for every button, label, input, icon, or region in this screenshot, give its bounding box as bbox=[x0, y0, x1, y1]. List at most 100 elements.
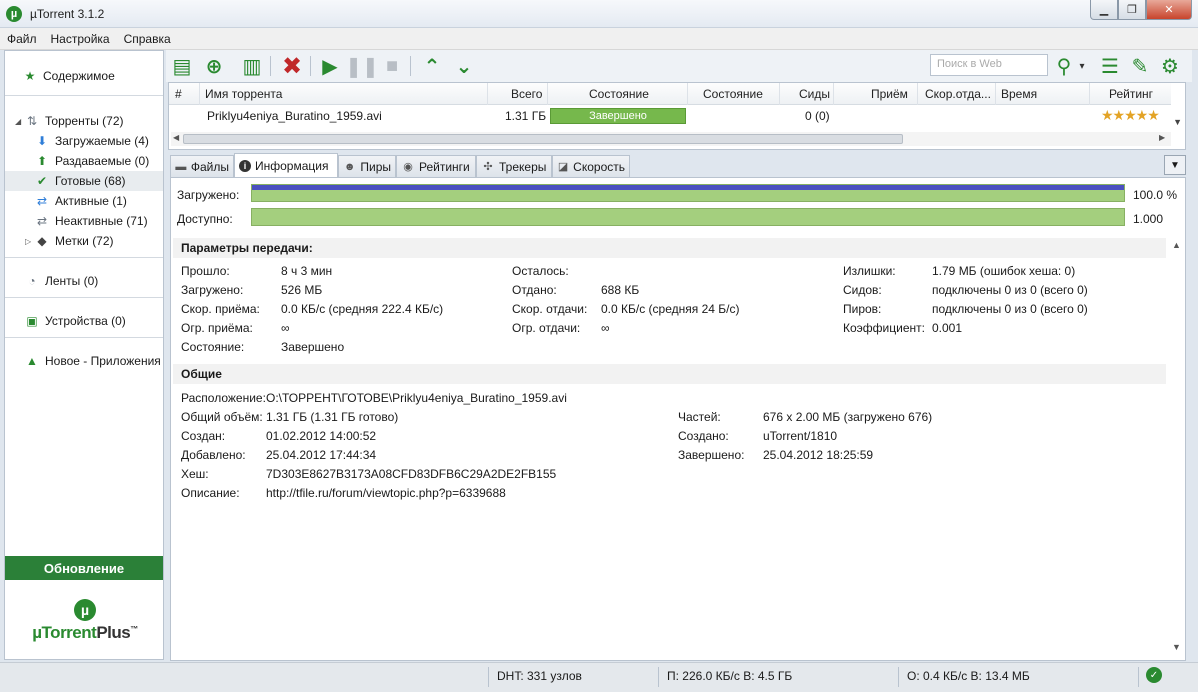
tab-chevron-down-icon[interactable]: ▼ bbox=[1164, 155, 1186, 175]
torrent-name: Priklyu4eniya_Buratino_1959.avi bbox=[207, 109, 382, 123]
transfer-label: Огр. приёма: bbox=[181, 321, 253, 335]
sidebar-item-inactive[interactable]: ⇄ Неактивные (71) bbox=[35, 211, 163, 231]
menu-file[interactable]: Файл bbox=[0, 32, 44, 46]
web-search-input[interactable]: Поиск в Web bbox=[930, 54, 1048, 76]
tab-speed[interactable]: ◪ Скорость bbox=[552, 155, 630, 177]
column-header-upload-speed[interactable]: Скор.отда... bbox=[925, 87, 991, 101]
add-url-icon[interactable]: ⊕ bbox=[202, 54, 226, 78]
column-header-number[interactable]: # bbox=[175, 87, 182, 101]
general-label: Частей: bbox=[678, 410, 721, 424]
sidebar-item-feeds[interactable]: ◔ Ленты (0) bbox=[25, 271, 163, 291]
toolbar-divider bbox=[270, 56, 271, 76]
general-label: Создано: bbox=[678, 429, 729, 443]
column-header-seeds[interactable]: Сиды bbox=[799, 87, 830, 101]
scroll-right-icon[interactable]: ▶ bbox=[1159, 133, 1165, 142]
downloaded-percent: 100.0 % bbox=[1133, 188, 1178, 202]
expand-arrow-icon[interactable]: ▷ bbox=[25, 237, 31, 246]
scroll-left-icon[interactable]: ◀ bbox=[173, 133, 179, 142]
update-button[interactable]: Обновление bbox=[5, 556, 163, 580]
utorrent-logo-icon: µ bbox=[6, 5, 22, 22]
inactive-arrows-icon: ⇄ bbox=[36, 214, 48, 228]
files-icon: ▬ bbox=[175, 160, 187, 173]
horizontal-scrollbar[interactable]: ◀ ▶ bbox=[171, 132, 1171, 146]
status-divider bbox=[658, 667, 659, 687]
menu-settings[interactable]: Настройка bbox=[44, 32, 117, 46]
table-row[interactable]: Priklyu4eniya_Buratino_1959.avi 1.31 ГБ … bbox=[169, 105, 1171, 127]
move-up-icon[interactable]: ⌃ bbox=[420, 54, 444, 78]
add-torrent-icon[interactable]: ▤ bbox=[170, 54, 194, 78]
rating-stars[interactable]: ★★★★★ bbox=[1101, 107, 1160, 124]
tab-label: Файлы bbox=[190, 159, 229, 174]
download-status[interactable]: П: 226.0 КБ/с В: 4.5 ГБ bbox=[667, 669, 792, 683]
pause-icon[interactable]: ❚❚ bbox=[345, 54, 379, 78]
sidebar-divider bbox=[5, 297, 163, 298]
scroll-down-icon[interactable]: ▼ bbox=[1172, 642, 1181, 652]
tab-ratings[interactable]: ◉ Рейтинги bbox=[396, 155, 476, 177]
search-dropdown-icon[interactable]: ▾ bbox=[1076, 54, 1088, 78]
column-header-rating[interactable]: Рейтинг bbox=[1109, 87, 1153, 101]
column-header-time[interactable]: Время bbox=[1001, 87, 1037, 101]
upload-status[interactable]: О: 0.4 КБ/с В: 13.4 МБ bbox=[907, 669, 1030, 683]
trackers-icon: ✣ bbox=[483, 161, 493, 173]
sidebar-item-torrents[interactable]: ⇅ Торренты (72) bbox=[25, 111, 163, 131]
sidebar-item-devices[interactable]: ▣ Устройства (0) bbox=[25, 311, 163, 331]
column-header-name[interactable]: Имя торрента bbox=[205, 87, 282, 101]
downloaded-progress-bar bbox=[251, 184, 1125, 202]
collapse-arrow-icon[interactable]: ◢ bbox=[15, 117, 21, 126]
column-header-download-speed[interactable]: Приём bbox=[871, 87, 908, 101]
menu-help[interactable]: Справка bbox=[117, 32, 178, 46]
sidebar-item-labels[interactable]: ◆ Метки (72) bbox=[35, 231, 163, 251]
sidebar-item-seeding[interactable]: ⬆ Раздаваемые (0) bbox=[35, 151, 163, 171]
gear-icon[interactable]: ⚙ bbox=[1158, 54, 1182, 78]
remove-icon[interactable]: ✖ bbox=[280, 53, 304, 80]
speed-chart-icon: ◪ bbox=[557, 161, 569, 173]
description-link[interactable]: http://tfile.ru/forum/viewtopic.php?p=63… bbox=[266, 486, 506, 500]
network-ok-icon[interactable]: ✓ bbox=[1146, 667, 1162, 683]
transfer-value: подключены 0 из 0 (всего 0) bbox=[932, 302, 1088, 316]
tab-peers[interactable]: ☻ Пиры bbox=[338, 155, 396, 177]
minimize-button[interactable]: ▁ bbox=[1090, 0, 1118, 20]
scroll-down-icon[interactable]: ▼ bbox=[1173, 117, 1182, 127]
transfer-label: Состояние: bbox=[181, 340, 245, 354]
search-icon[interactable]: ⚲ bbox=[1052, 54, 1076, 78]
create-torrent-icon[interactable]: ▥ bbox=[240, 54, 264, 78]
sidebar-item-label: Раздаваемые (0) bbox=[55, 154, 150, 168]
sidebar-item-label: Готовые (68) bbox=[55, 174, 126, 188]
sidebar-item-apps[interactable]: ▲ Новое - Приложения bbox=[25, 351, 163, 371]
hash-value[interactable]: 7D303E8627B3173A08CFD83DFB6C29A2DE2FB155 bbox=[266, 467, 556, 481]
device-icon: ▣ bbox=[26, 314, 38, 328]
start-icon[interactable]: ▶ bbox=[318, 54, 342, 78]
tab-files[interactable]: ▬ Файлы bbox=[170, 155, 234, 177]
sidebar-item-label: Торренты (72) bbox=[45, 114, 124, 128]
stop-icon[interactable]: ■ bbox=[380, 54, 404, 78]
apps-icon: ▲ bbox=[26, 354, 38, 368]
sidebar-item-active[interactable]: ⇄ Активные (1) bbox=[35, 191, 163, 211]
column-header-status-2[interactable]: Состояние bbox=[703, 87, 763, 101]
column-divider bbox=[199, 83, 200, 105]
label-tag-icon: ◆ bbox=[37, 234, 47, 248]
sidebar-item-completed[interactable]: ✔ Готовые (68) bbox=[5, 171, 163, 191]
scroll-up-icon[interactable]: ▲ bbox=[1172, 240, 1181, 250]
general-value: uTorrent/1810 bbox=[763, 429, 838, 443]
utorrent-plus-logo[interactable]: µ µTorrentPlus™ bbox=[25, 599, 145, 643]
availability-value: 1.000 bbox=[1133, 212, 1164, 226]
sidebar-item-content[interactable]: ★ Содержимое bbox=[23, 66, 163, 86]
transfer-label: Коэффициент: bbox=[843, 321, 925, 335]
close-button[interactable]: ✕ bbox=[1146, 0, 1192, 20]
column-header-status[interactable]: Состояние bbox=[589, 87, 649, 101]
list-view-icon[interactable]: ☰ bbox=[1098, 54, 1122, 78]
sidebar-item-label: Активные (1) bbox=[55, 194, 127, 208]
scrollbar-thumb[interactable] bbox=[183, 134, 903, 144]
tab-label: Информация bbox=[255, 158, 329, 173]
sidebar-item-downloading[interactable]: ⬇ Загружаемые (4) bbox=[35, 131, 163, 151]
general-section-title: Общие bbox=[173, 364, 1166, 384]
maximize-button[interactable]: ❐ bbox=[1118, 0, 1146, 20]
vertical-scrollbar[interactable]: ▲ ▼ bbox=[1167, 238, 1185, 658]
remote-icon[interactable]: ✎ bbox=[1128, 54, 1152, 78]
tab-trackers[interactable]: ✣ Трекеры bbox=[476, 155, 552, 177]
transfer-value: 1.79 МБ (ошибок хеша: 0) bbox=[932, 264, 1076, 278]
tab-info[interactable]: i Информация bbox=[234, 153, 338, 177]
active-arrows-icon: ⇄ bbox=[36, 194, 48, 208]
column-header-size[interactable]: Всего bbox=[511, 87, 542, 101]
move-down-icon[interactable]: ⌄ bbox=[452, 54, 476, 78]
